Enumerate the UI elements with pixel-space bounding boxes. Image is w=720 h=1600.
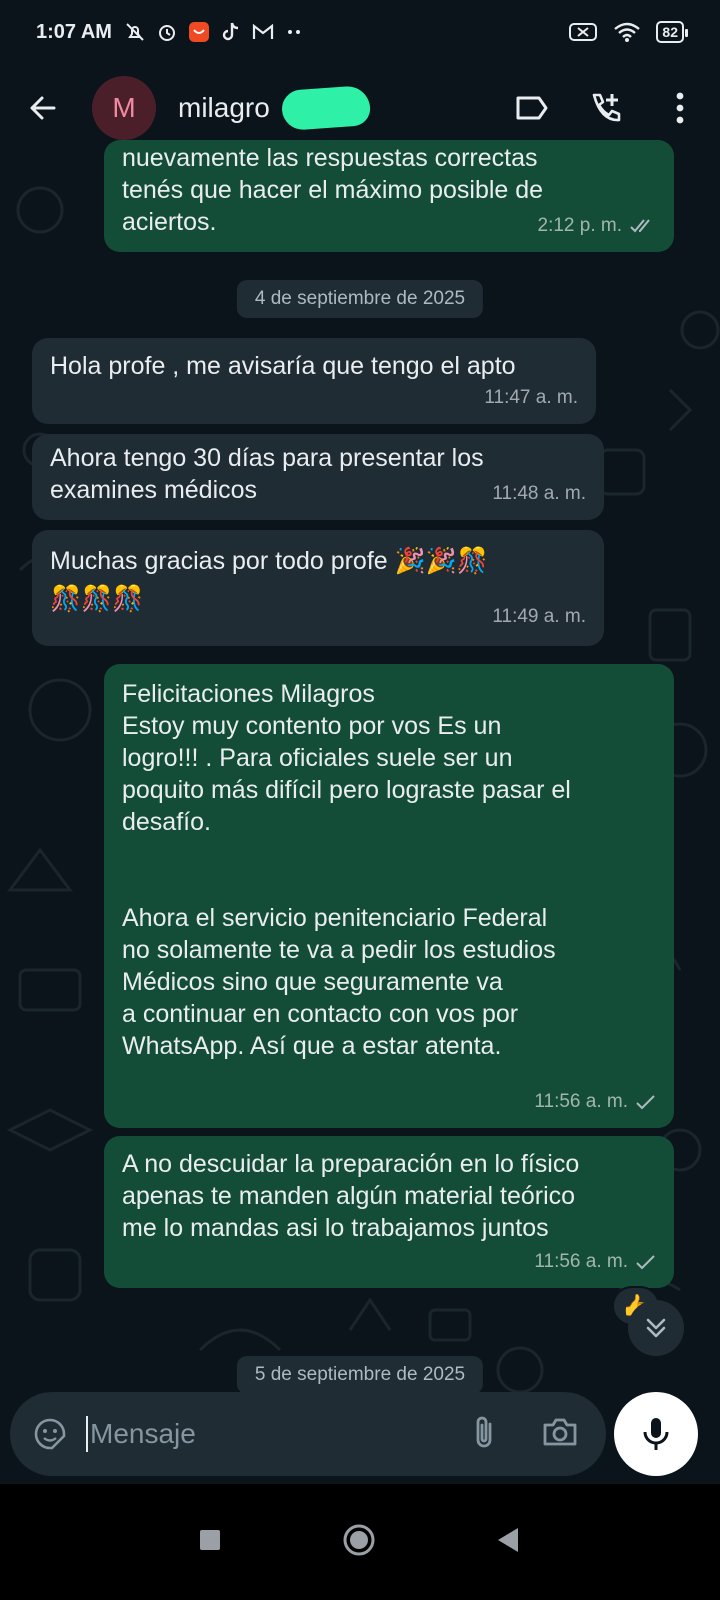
avatar[interactable]: M [92,76,156,140]
nav-back-button[interactable] [496,1526,522,1559]
message-bubble-incoming[interactable]: Muchas gracias por todo profe 🎉🎉🎊 🎊🎊🎊 11… [32,530,604,646]
redaction-mark [280,84,372,132]
message-bubble-outgoing[interactable]: nuevamente las respuestas correctas tené… [104,140,674,252]
date-divider: 5 de septiembre de 2025 [236,1356,484,1394]
sticker-icon [34,1418,66,1450]
message-bubble-outgoing[interactable]: A no descuidar la preparación en lo físi… [104,1136,674,1288]
message-text: Hola profe , me avisaría que tengo el ap… [50,352,516,380]
single-check-icon [636,1095,655,1110]
message-composer [10,1392,606,1476]
camera-button[interactable] [542,1416,578,1453]
status-left-icons [124,21,306,43]
scroll-to-bottom-button[interactable] [628,1300,684,1356]
tiktok-icon [220,21,242,43]
shopping-app-icon [188,21,210,43]
alarm-icon [156,21,178,43]
camera-icon [543,1418,577,1445]
message-time: 2:12 p. m. [537,215,623,236]
message-time: 11:56 a. m. [534,1251,628,1272]
battery-icon: 82 [656,21,688,43]
recents-icon [200,1529,220,1550]
message-bubble-incoming[interactable]: Hola profe , me avisaría que tengo el ap… [32,338,596,424]
sticker-button[interactable] [28,1412,72,1456]
add-call-button[interactable] [586,88,626,128]
label-button[interactable] [512,88,552,128]
voice-message-button[interactable] [614,1392,698,1476]
message-input-field[interactable] [86,1416,472,1452]
system-navigation-bar [0,1484,720,1600]
contact-name-text: milagro [178,92,270,123]
add-call-icon [592,93,621,122]
message-text: Felicitaciones Milagros Estoy muy conten… [122,680,571,1060]
message-time: 11:56 a. m. [534,1091,628,1112]
attach-button[interactable] [472,1414,496,1455]
message-meta: 11:47 a. m. [484,382,578,414]
message-text: A no descuidar la preparación en lo físi… [122,1150,580,1242]
text-caret [86,1416,88,1452]
paperclip-icon [476,1416,492,1447]
date-divider: 4 de septiembre de 2025 [236,280,484,318]
single-check-icon [636,1255,655,1270]
message-input[interactable] [90,1418,390,1450]
arrow-back-icon [30,96,56,120]
double-check-icon [630,219,650,233]
home-button[interactable] [342,1523,376,1562]
message-time: 11:47 a. m. [484,387,578,408]
composer-actions [472,1414,578,1455]
message-meta: 11:56 a. m. [534,1246,656,1278]
back-button[interactable] [20,86,64,130]
double-chevron-down-icon [646,1318,666,1338]
message-bubble-incoming[interactable]: Ahora tengo 30 días para presentar los e… [32,434,604,520]
contact-name[interactable]: milagro [178,84,372,132]
message-meta: 2:12 p. m. [538,210,657,242]
message-time: 11:48 a. m. [492,483,586,504]
gmail-icon [252,21,274,43]
more-options-button[interactable] [660,88,700,128]
more-dots-icon [284,21,306,43]
message-meta: 11:48 a. m. [492,478,586,510]
mute-icon [124,21,146,43]
recents-button[interactable] [198,1528,222,1557]
message-time: 11:49 a. m. [492,606,586,627]
chat-header: M milagro [0,64,720,152]
status-right-icons: 82 [568,21,688,43]
home-icon [343,1524,375,1555]
message-meta: 11:49 a. m. [492,598,586,636]
nav-back-icon [498,1527,518,1552]
label-icon [516,96,548,120]
message-bubble-outgoing[interactable]: Felicitaciones Milagros Estoy muy conten… [104,664,674,1128]
status-bar: 1:07 AM 82 [0,0,720,64]
wifi-icon [612,21,642,43]
message-meta: 11:56 a. m. [534,1086,656,1118]
more-vert-icon [676,92,684,124]
microphone-icon [643,1418,669,1450]
header-actions [512,88,700,128]
status-time: 1:07 AM [36,20,112,43]
no-sim-icon [568,21,598,43]
